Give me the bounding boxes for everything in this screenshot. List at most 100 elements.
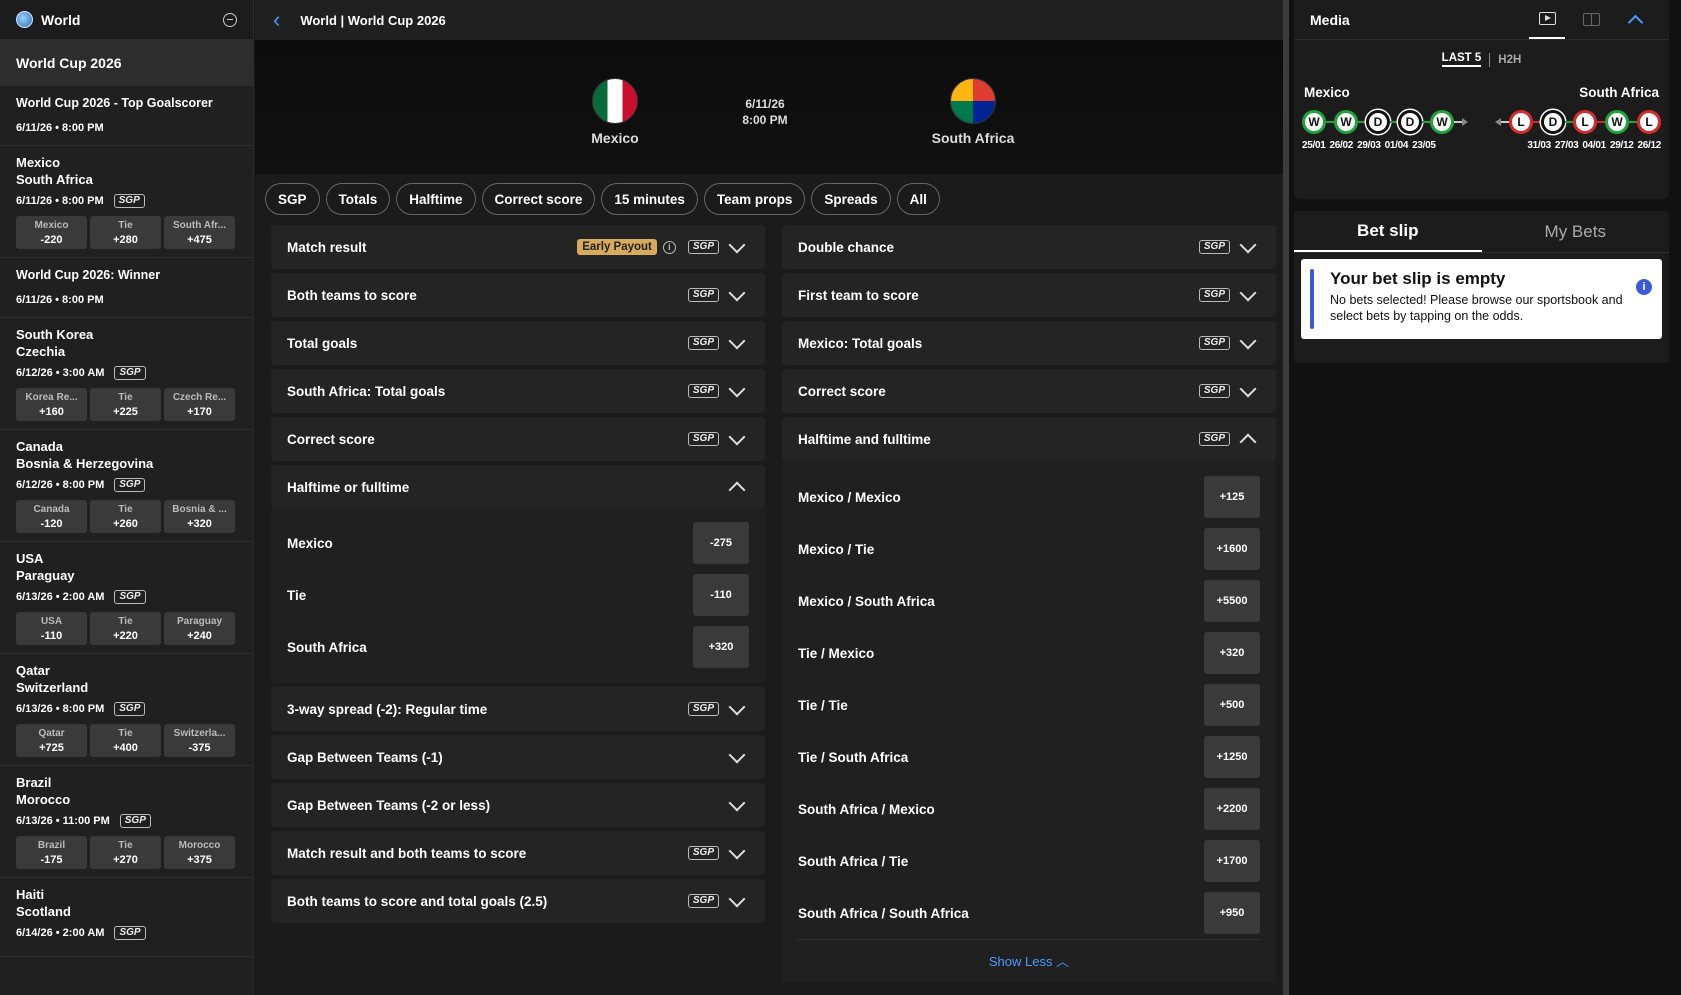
chevron-down-icon[interactable] (1239, 284, 1257, 301)
odds-button[interactable]: Morocco +375 (164, 836, 235, 869)
market-row[interactable]: Correct score SGP (271, 417, 765, 461)
info-icon[interactable]: i (662, 240, 676, 254)
odds-button[interactable]: Mexico -220 (16, 216, 87, 249)
sidebar-game[interactable]: Qatar Switzerland 6/13/26 • 8:00 PM SGP Qata… (0, 654, 253, 766)
odds-button[interactable]: Tie +260 (90, 500, 161, 533)
market-row[interactable]: Halftime or fulltime (271, 465, 765, 509)
show-less-button[interactable]: Show Less ︿ (798, 939, 1260, 983)
chevron-up-icon[interactable] (1239, 433, 1257, 450)
sidebar-game[interactable]: Haiti Scotland 6/14/26 • 2:00 AM SGP (0, 878, 253, 957)
odds-button[interactable]: Tie +270 (90, 836, 161, 869)
chevron-down-icon[interactable] (728, 236, 746, 253)
chevron-up-icon[interactable] (728, 481, 746, 498)
odds-button[interactable]: Canada -120 (16, 500, 87, 533)
tab-bet-slip[interactable]: Bet slip (1294, 211, 1482, 252)
chevron-down-icon[interactable] (728, 284, 746, 301)
odds-button[interactable]: -275 (693, 522, 749, 564)
odds-button[interactable]: Czech Re... +170 (164, 388, 235, 421)
tab-sgp[interactable]: SGP (265, 183, 320, 215)
last5-tab[interactable]: LAST 5 (1441, 52, 1482, 67)
chevron-down-icon[interactable] (1239, 332, 1257, 349)
tab-team-props[interactable]: Team props (703, 183, 806, 215)
chevron-down-icon[interactable] (728, 428, 746, 445)
odds-button[interactable]: Korea Re... +160 (16, 388, 87, 421)
collapse-icon[interactable] (223, 12, 237, 27)
market-row[interactable]: Mexico: Total goals SGP (782, 321, 1276, 365)
outright-item[interactable]: World Cup 2026 - Top Goalscorer 6/11/26 •… (0, 86, 253, 146)
market-row[interactable]: Double chance SGP (782, 225, 1276, 269)
odds-button[interactable]: -110 (693, 574, 749, 616)
breadcrumb[interactable]: World | World Cup 2026 (300, 13, 445, 28)
market-row[interactable]: South Africa: Total goals SGP (271, 369, 765, 413)
chevron-down-icon[interactable] (728, 380, 746, 397)
odds-button[interactable]: South Afr... +475 (164, 216, 235, 249)
odds-button[interactable]: Tie +280 (90, 216, 161, 249)
chevron-down-icon[interactable] (1239, 380, 1257, 397)
odds-button[interactable]: +320 (693, 626, 749, 668)
market-row[interactable]: Gap Between Teams (-2 or less) (271, 783, 765, 827)
markets-right-column: Double chance SGP First team to score SGP Me… (782, 225, 1276, 987)
odds-button[interactable]: USA -110 (16, 612, 87, 645)
odds-button[interactable]: +500 (1204, 684, 1260, 726)
sidebar-game[interactable]: USA Paraguay 6/13/26 • 2:00 AM SGP USA -110 Ti… (0, 542, 253, 654)
chevron-down-icon[interactable] (1239, 236, 1257, 253)
market-row[interactable]: Halftime and fulltime SGP (782, 417, 1276, 461)
market-row[interactable]: Total goals SGP (271, 321, 765, 365)
video-tab[interactable] (1529, 1, 1565, 39)
odds-button[interactable]: +1600 (1204, 528, 1260, 570)
odds-name: Qatar (38, 728, 65, 739)
odds-name: Czech Re... (172, 392, 227, 403)
odds-button[interactable]: +2200 (1204, 788, 1260, 830)
odds-button[interactable]: +1250 (1204, 736, 1260, 778)
odds-button[interactable]: Switzerla... -375 (164, 724, 235, 757)
odds-button[interactable]: +320 (1204, 632, 1260, 674)
chevron-down-icon[interactable] (728, 794, 746, 811)
odds-button[interactable]: +125 (1204, 476, 1260, 518)
odds-button[interactable]: Brazil -175 (16, 836, 87, 869)
collapse-media-button[interactable] (1617, 1, 1653, 39)
market-row[interactable]: Gap Between Teams (-1) (271, 735, 765, 779)
chevron-down-icon[interactable] (728, 332, 746, 349)
tab-halftime[interactable]: Halftime (396, 183, 476, 215)
outright-title: World Cup 2026 - Top Goalscorer (16, 96, 213, 110)
h2h-tab[interactable]: H2H (1498, 54, 1521, 66)
sidebar-game[interactable]: Brazil Morocco 6/13/26 • 11:00 PM SGP Brazil… (0, 766, 253, 878)
chevron-down-icon[interactable] (728, 842, 746, 859)
sidebar-game[interactable]: Mexico South Africa 6/11/26 • 8:00 PM SGP Me… (0, 146, 253, 258)
odds-button[interactable]: Paraguay +240 (164, 612, 235, 645)
sidebar-game[interactable]: South Korea Czechia 6/12/26 • 3:00 AM SGP Ko… (0, 318, 253, 430)
pitch-tab[interactable] (1573, 1, 1609, 39)
tab-correct-score[interactable]: Correct score (481, 183, 596, 215)
back-arrow-icon[interactable]: ‹ (273, 9, 280, 31)
market-row[interactable]: First team to score SGP (782, 273, 1276, 317)
odds-button[interactable]: +950 (1204, 892, 1260, 934)
odds-button[interactable]: Tie +400 (90, 724, 161, 757)
tab-totals[interactable]: Totals (325, 183, 391, 215)
info-icon[interactable]: i (1636, 279, 1652, 295)
market-row[interactable]: Both teams to score SGP (271, 273, 765, 317)
odds-button[interactable]: Qatar +725 (16, 724, 87, 757)
chevron-down-icon[interactable] (728, 698, 746, 715)
tab-all[interactable]: All (896, 183, 940, 215)
sidebar-game[interactable]: Canada Bosnia & Herzegovina 6/12/26 • 8:00… (0, 430, 253, 542)
odds-name: Tie (118, 840, 133, 851)
chevron-down-icon[interactable] (728, 890, 746, 907)
market-row[interactable]: Match result Early Payout i SGP (271, 225, 765, 269)
odds-button[interactable]: +5500 (1204, 580, 1260, 622)
chevron-down-icon[interactable] (728, 746, 746, 763)
odds-button[interactable]: Tie +220 (90, 612, 161, 645)
market-row[interactable]: 3-way spread (-2): Regular time SGP (271, 687, 765, 731)
game-home: Canada (16, 439, 63, 454)
market-row[interactable]: Match result and both teams to score SGP (271, 831, 765, 875)
market-row[interactable]: Both teams to score and total goals (2.5… (271, 879, 765, 923)
market-row[interactable]: Correct score SGP (782, 369, 1276, 413)
tab-spreads[interactable]: Spreads (811, 183, 891, 215)
tab-15-minutes[interactable]: 15 minutes (601, 183, 698, 215)
sidebar-header[interactable]: World (0, 0, 253, 40)
outright-item[interactable]: World Cup 2026: Winner 6/11/26 • 8:00 PM (0, 258, 253, 318)
odds-button[interactable]: Bosnia & ... +320 (164, 500, 235, 533)
odds-button[interactable]: +1700 (1204, 840, 1260, 882)
odds-button[interactable]: Tie +225 (90, 388, 161, 421)
competition-banner[interactable]: World Cup 2026 (0, 40, 253, 86)
tab-my-bets[interactable]: My Bets (1482, 211, 1670, 252)
